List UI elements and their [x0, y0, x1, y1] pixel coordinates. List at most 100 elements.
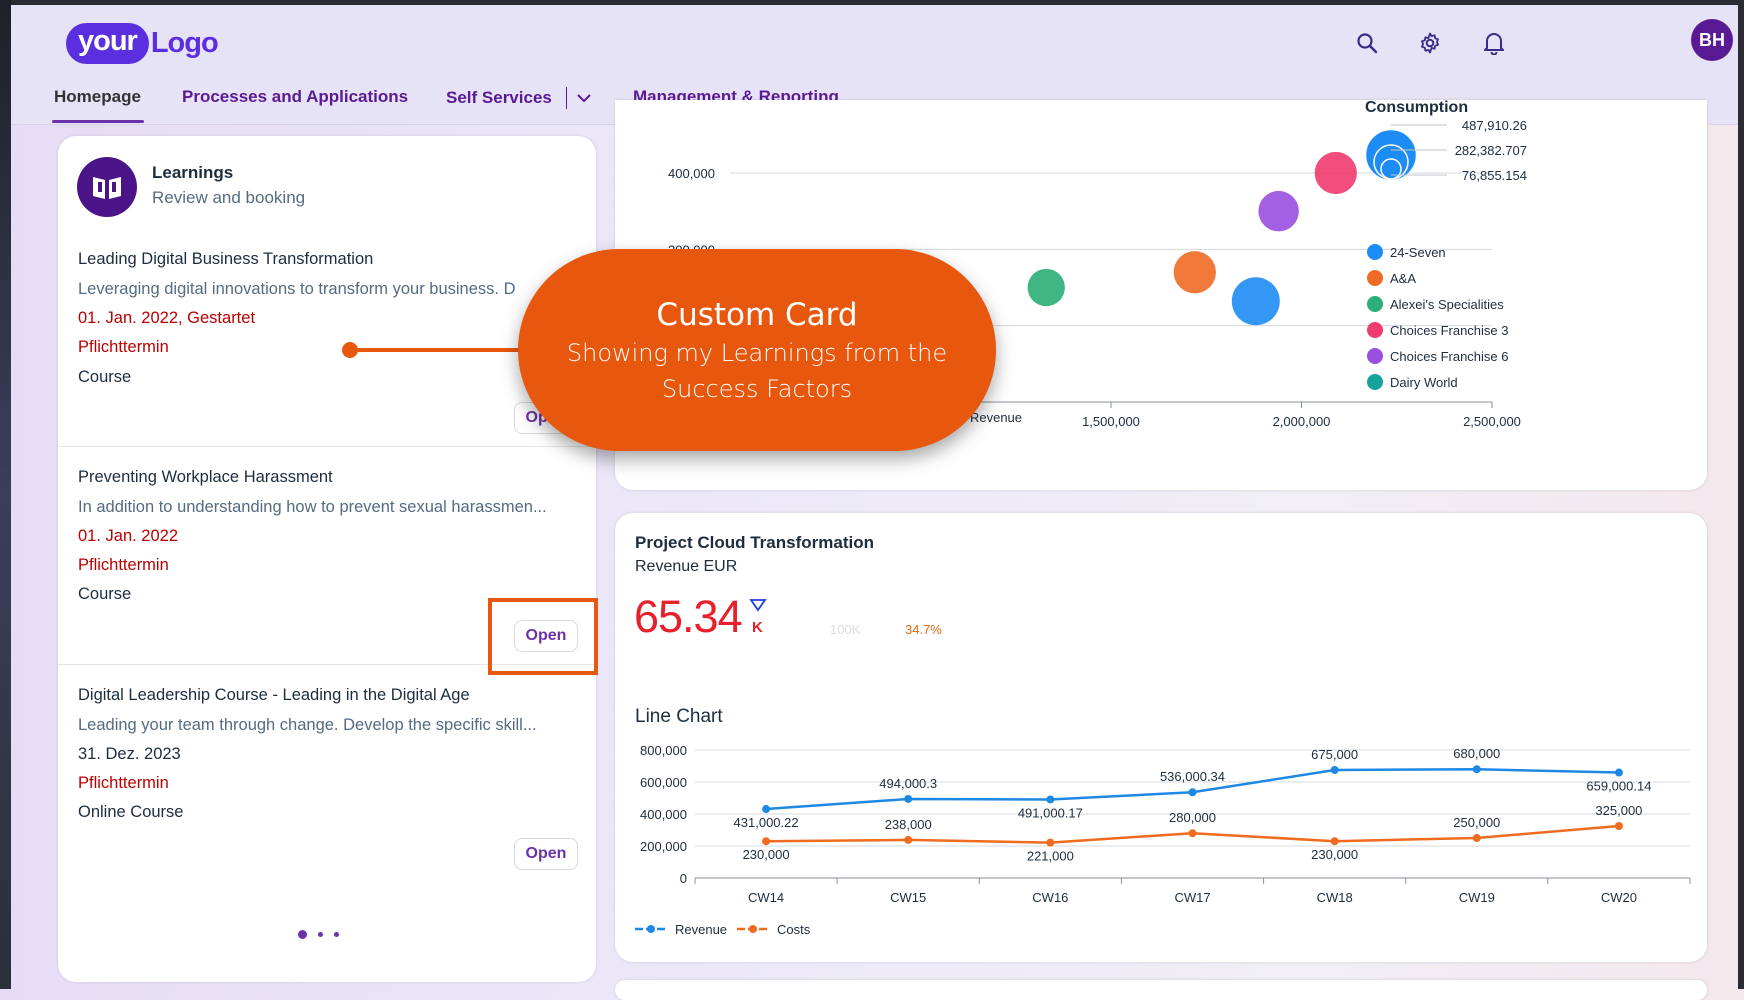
- size-legend-circle: [1366, 130, 1416, 180]
- y-tick-label: 200,000: [640, 839, 687, 854]
- logo-word-logo: Logo: [150, 26, 219, 59]
- nav-self-services-label: Self Services: [446, 88, 552, 107]
- learnings-title: Learnings: [152, 163, 234, 182]
- y-tick-label: 600,000: [640, 775, 687, 790]
- gear-icon[interactable]: [1414, 27, 1446, 59]
- window-frame-left: [0, 0, 11, 989]
- size-legend-value: 487,910.26: [1462, 118, 1527, 133]
- data-point: [1330, 837, 1339, 846]
- learning-item-title: Digital Leadership Course - Leading in t…: [78, 686, 470, 704]
- custom-card-callout: Custom Card Showing my Learnings from th…: [518, 249, 996, 451]
- x-axis-label: Revenue: [970, 410, 1022, 425]
- window-frame-right: [1738, 0, 1744, 989]
- legend-label: Revenue: [675, 922, 727, 937]
- nav-processes-label: Processes and Applications: [182, 87, 409, 106]
- x-tick-label: CW14: [748, 890, 784, 905]
- data-point: [1472, 765, 1481, 774]
- page-dot[interactable]: [298, 930, 307, 939]
- nav-homepage[interactable]: Homepage: [54, 87, 141, 107]
- data-label: 494,000.3: [879, 776, 937, 791]
- bubble-point: [1173, 251, 1216, 294]
- data-point: [1046, 838, 1055, 847]
- legend-label: Choices Franchise 3: [1390, 323, 1509, 338]
- data-label: 238,000: [885, 817, 932, 832]
- learning-item-type: Online Course: [78, 803, 184, 821]
- divider: [58, 446, 596, 447]
- learning-item-type: Course: [78, 585, 132, 603]
- callout-text-line1: Showing my Learnings from the: [566, 339, 948, 367]
- legend-marker: [1367, 348, 1383, 364]
- learnings-subtitle: Review and booking: [152, 188, 306, 207]
- callout-title: Custom Card: [656, 297, 858, 333]
- legend-marker: [749, 925, 757, 933]
- legend-marker: [647, 925, 655, 933]
- data-point: [1188, 788, 1197, 797]
- data-point: [1614, 768, 1623, 777]
- search-icon[interactable]: [1351, 27, 1383, 59]
- size-legend-value: 282,382.707: [1455, 143, 1527, 158]
- open-button[interactable]: Open: [514, 838, 578, 870]
- x-tick-label: CW17: [1174, 890, 1210, 905]
- data-point: [1330, 766, 1339, 774]
- learning-item-description: In addition to understanding how to prev…: [78, 498, 547, 516]
- logo-word-your: your: [66, 22, 149, 64]
- y-tick-label: 400,000: [668, 166, 715, 181]
- company-logo[interactable]: your Logo: [66, 21, 219, 65]
- learning-item-date: 31. Dez. 2023: [78, 745, 181, 763]
- bell-icon[interactable]: [1478, 27, 1510, 59]
- page-dot[interactable]: [318, 932, 323, 937]
- carousel-pagination[interactable]: [298, 930, 339, 939]
- learning-item-status: Pflichttermin: [78, 556, 169, 574]
- legend-marker: [1367, 270, 1383, 286]
- size-legend-title: Consumption: [1365, 100, 1468, 116]
- legend-label: Choices Franchise 6: [1390, 349, 1509, 364]
- legend-label: 24-Seven: [1390, 245, 1446, 260]
- data-point: [762, 805, 771, 814]
- x-tick-label: 2,000,000: [1273, 414, 1331, 429]
- line-chart: 800,000 600,000 400,000 200,000 0 CW14 CW15 CW1…: [635, 743, 1691, 937]
- bubble-point: [1231, 277, 1280, 326]
- data-label: 431,000.22: [734, 815, 799, 830]
- data-label: 280,000: [1169, 810, 1216, 825]
- learning-item-status: Pflichttermin: [78, 338, 169, 356]
- data-label: 221,000: [1027, 849, 1074, 864]
- project-kpi-card[interactable]: Project Cloud Transformation Revenue EUR…: [615, 513, 1707, 962]
- x-tick-label: CW15: [890, 890, 926, 905]
- data-label: 680,000: [1453, 746, 1500, 761]
- data-point: [1472, 834, 1481, 842]
- nav-processes-and-applications[interactable]: Processes and Applications: [182, 87, 408, 107]
- learning-item-date: 01. Jan. 2022, Gestartet: [78, 309, 256, 327]
- x-tick-label: 2,500,000: [1463, 414, 1521, 429]
- data-point: [1614, 822, 1623, 830]
- y-tick-label: 800,000: [640, 743, 687, 758]
- learning-book-icon: [77, 157, 137, 217]
- chevron-down-icon[interactable]: [577, 88, 591, 108]
- x-tick-label: CW19: [1459, 890, 1495, 905]
- data-label: 250,000: [1453, 815, 1500, 830]
- learning-item-date: 01. Jan. 2022: [78, 527, 178, 545]
- data-label: 491,000.17: [1018, 805, 1083, 820]
- nav-active-indicator: [52, 120, 144, 123]
- learning-item-title: Leading Digital Business Transformation: [78, 250, 374, 268]
- size-legend-value: 76,855.154: [1462, 168, 1527, 183]
- bubble-point: [1314, 151, 1357, 195]
- legend-marker: [1367, 374, 1383, 390]
- data-point: [904, 835, 913, 844]
- x-tick-label: 1,500,000: [1082, 414, 1140, 429]
- data-label: 325,000: [1595, 803, 1642, 818]
- legend-label: A&A: [1390, 271, 1416, 286]
- next-card-edge: [615, 980, 1707, 1000]
- page-dot[interactable]: [334, 932, 339, 937]
- x-tick-label: CW16: [1032, 890, 1068, 905]
- open-button-highlight: [488, 598, 598, 675]
- callout-connector-dot: [342, 342, 358, 358]
- legend-label: Costs: [777, 922, 811, 937]
- data-point: [1046, 795, 1055, 804]
- nav-self-services[interactable]: Self Services: [446, 87, 591, 109]
- data-point: [904, 794, 913, 803]
- data-label: 230,000: [1311, 847, 1358, 862]
- data-label: 675,000: [1311, 747, 1358, 762]
- data-label: 230,000: [743, 847, 790, 862]
- user-avatar[interactable]: BH: [1691, 19, 1733, 61]
- data-label: 536,000.34: [1160, 769, 1225, 784]
